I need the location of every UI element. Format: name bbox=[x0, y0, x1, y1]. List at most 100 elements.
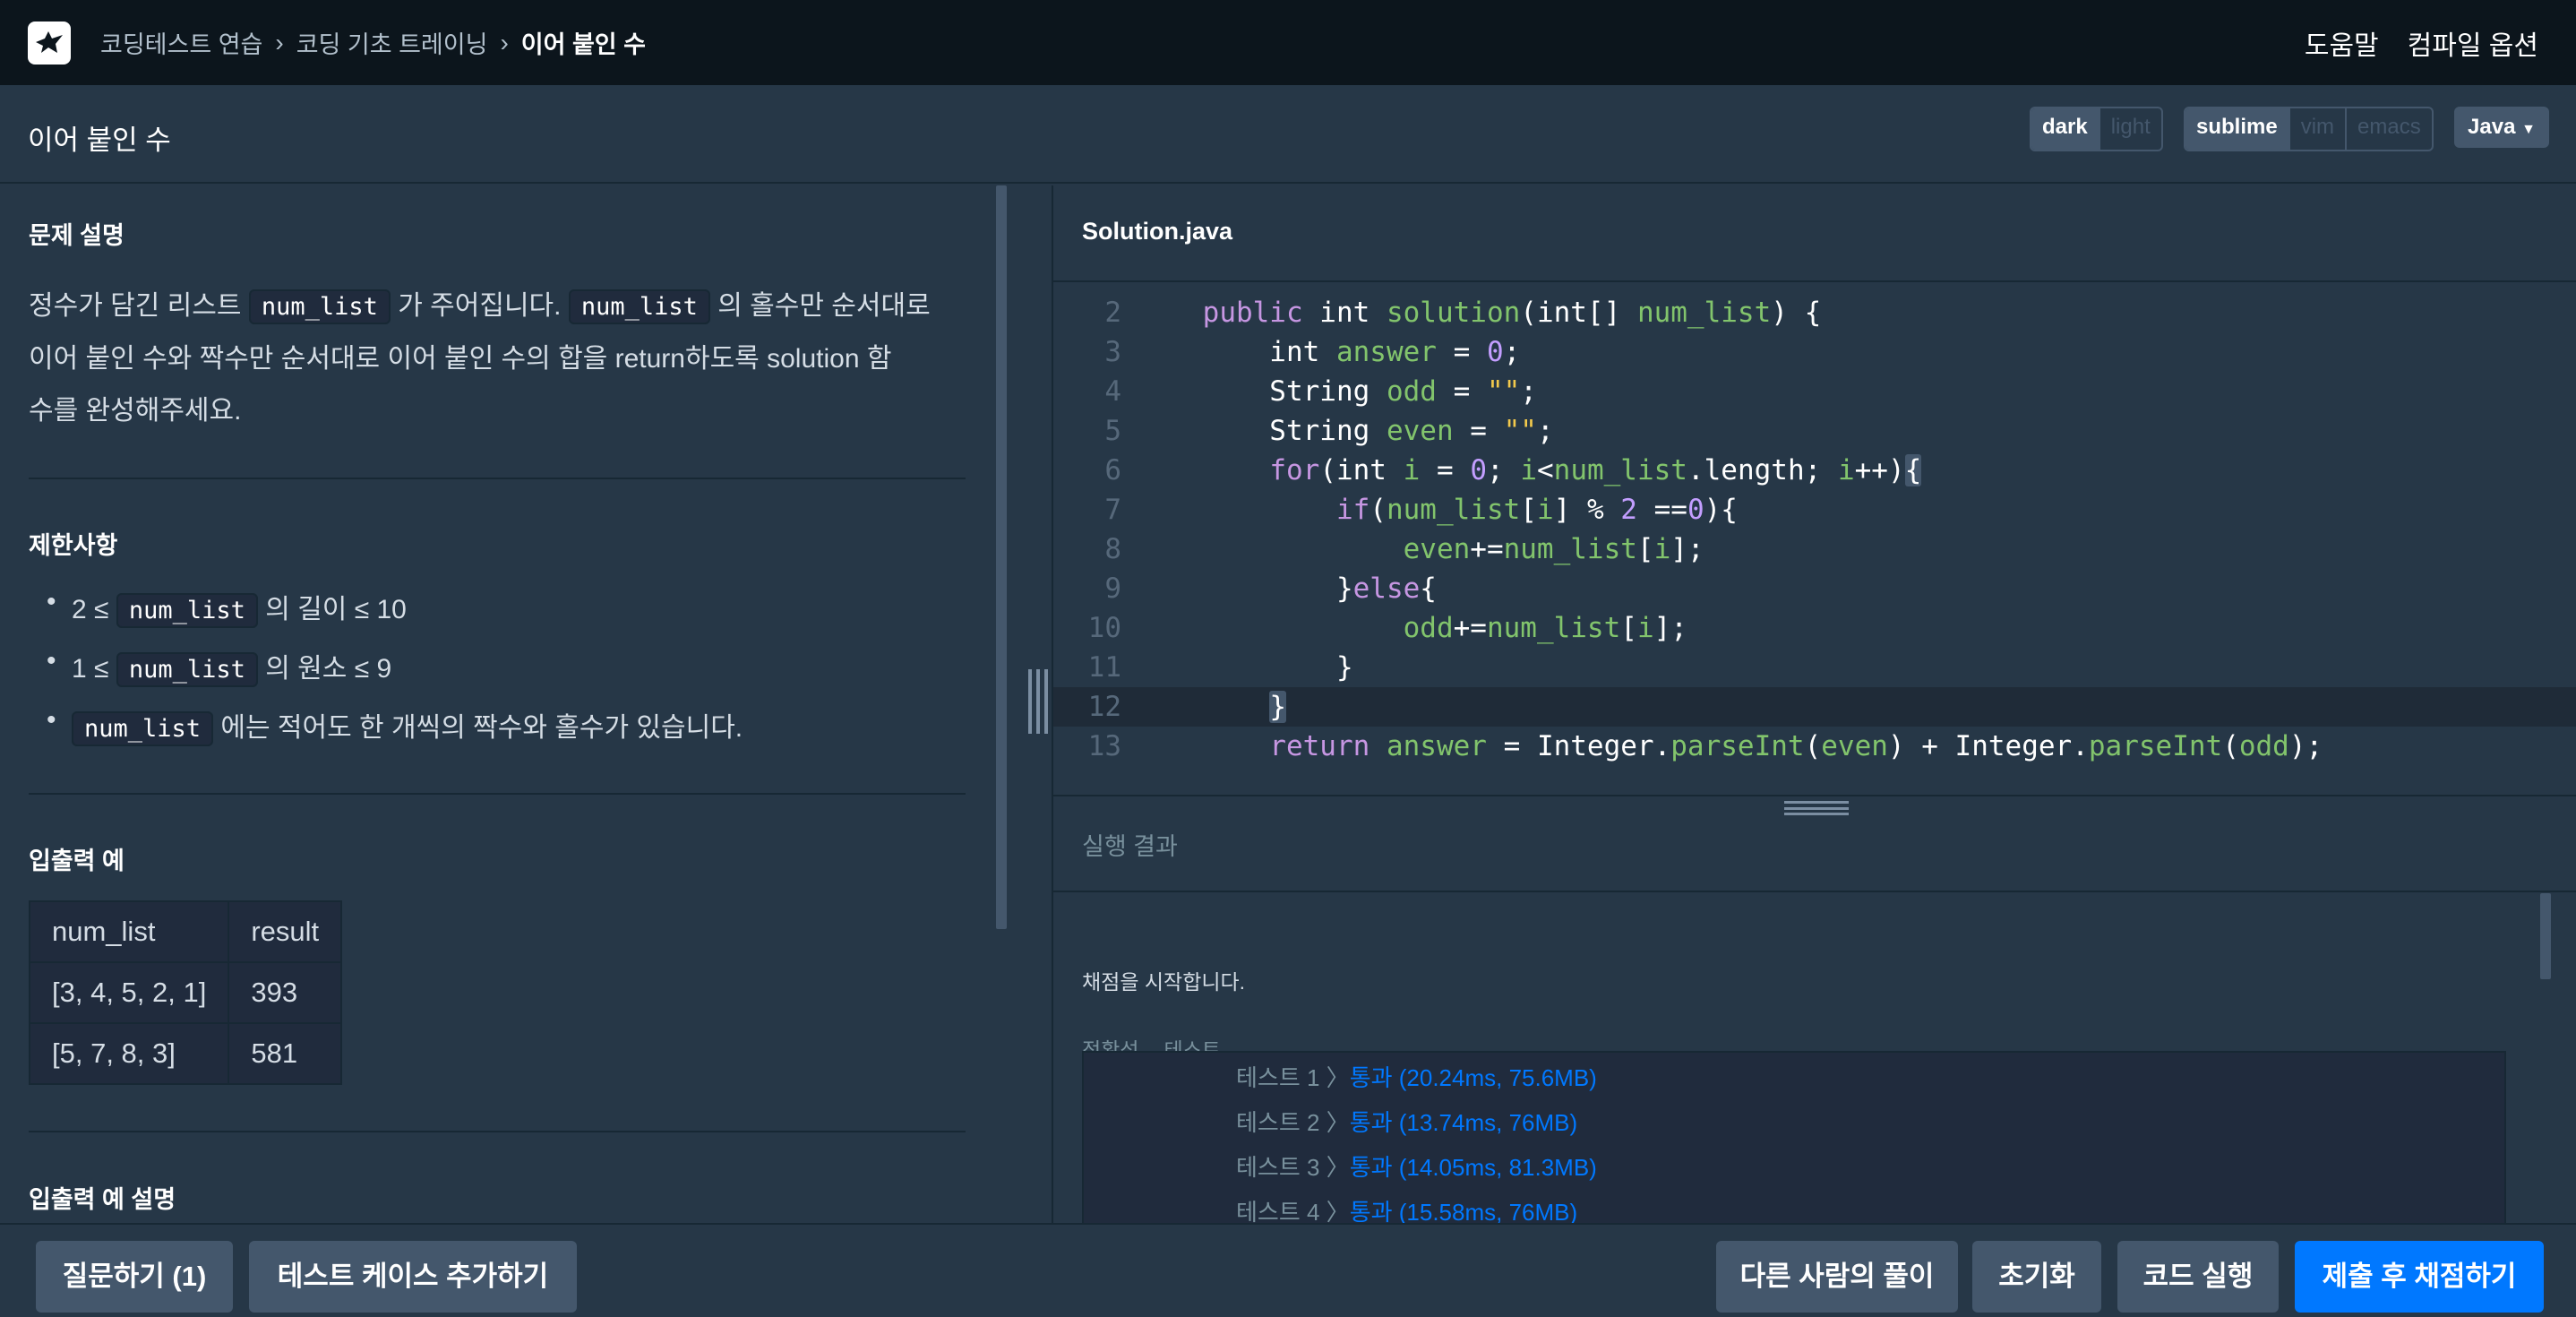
chevron-right-icon: 〉 bbox=[1319, 1199, 1350, 1226]
test-results-box: 테스트 1 〉통과 (20.24ms, 75.6MB) 테스트 2 〉통과 (1… bbox=[1082, 1051, 2506, 1230]
code-line: 7 if(num_list[i] % 2 ==0){ bbox=[1053, 490, 2576, 529]
table-header-cell: result bbox=[228, 900, 343, 963]
test-result-row: 테스트 1 〉통과 (20.24ms, 75.6MB) bbox=[1236, 1060, 1597, 1093]
line-number: 2 bbox=[1104, 297, 1121, 329]
table-row: [5, 7, 8, 3] 581 bbox=[28, 1022, 343, 1085]
line-number: 4 bbox=[1104, 375, 1121, 408]
divider bbox=[29, 793, 966, 795]
line-number: 9 bbox=[1104, 572, 1121, 605]
table-row: [3, 4, 5, 2, 1] 393 bbox=[28, 961, 343, 1024]
constraint-item: num_list 에는 적어도 한 개씩의 짝수와 홀수가 있습니다. bbox=[47, 705, 743, 746]
description-text: 정수가 담긴 리스트 num_list 가 주어집니다. num_list 의 … bbox=[29, 280, 978, 437]
test-result: 통과 (14.05ms, 81.3MB) bbox=[1349, 1154, 1597, 1181]
keymap-toggle: sublime vim emacs bbox=[2184, 107, 2434, 151]
editor-filename: Solution.java bbox=[1082, 218, 1233, 245]
divider bbox=[29, 1131, 966, 1132]
table-header-row: num_list result bbox=[28, 900, 343, 963]
test-result: 통과 (13.74ms, 76MB) bbox=[1349, 1109, 1578, 1136]
chevron-right-icon: › bbox=[500, 28, 509, 56]
test-label: 테스트 4 bbox=[1236, 1199, 1320, 1226]
line-number: 13 bbox=[1087, 730, 1121, 762]
constraints-heading: 제한사항 bbox=[29, 532, 118, 559]
divider bbox=[29, 478, 966, 479]
io-explain-heading: 입출력 예 설명 bbox=[29, 1186, 176, 1213]
language-select-label: Java bbox=[2468, 115, 2516, 139]
code-line-active: 12 } bbox=[1053, 687, 2576, 727]
panel-resize-handle[interactable] bbox=[1028, 185, 1052, 1223]
chevron-right-icon: 〉 bbox=[1319, 1154, 1350, 1181]
test-label: 테스트 2 bbox=[1236, 1109, 1320, 1136]
inline-code: num_list bbox=[116, 652, 258, 687]
code-line: 2 public int solution(int[] num_list) { bbox=[1053, 293, 2576, 332]
page-title: 이어 붙인 수 bbox=[28, 125, 171, 156]
compile-options-link[interactable]: 컴파일 옵션 bbox=[2408, 23, 2538, 63]
results-scrollbar[interactable] bbox=[2540, 893, 2551, 979]
problem-title-bar: 이어 붙인 수 dark light sublime vim emacs Jav… bbox=[0, 85, 2576, 184]
code-editor[interactable]: 2 public int solution(int[] num_list) { … bbox=[1053, 282, 2576, 981]
table-cell: 581 bbox=[228, 1022, 343, 1085]
divider bbox=[1053, 795, 2576, 796]
theme-dark-button[interactable]: dark bbox=[2031, 108, 2100, 150]
chevron-right-icon: › bbox=[275, 28, 284, 56]
reset-button[interactable]: 초기화 bbox=[1972, 1241, 2101, 1313]
line-number: 6 bbox=[1104, 454, 1121, 486]
description-text-part: 정수가 담긴 리스트 bbox=[29, 291, 242, 321]
constraint-text: 의 원소 ≤ 9 bbox=[265, 654, 392, 684]
code-line: 9 }else{ bbox=[1053, 569, 2576, 608]
caret-down-icon: ▼ bbox=[2521, 122, 2536, 137]
keymap-vim-button[interactable]: vim bbox=[2290, 108, 2348, 150]
description-text-part: 이어 붙인 수와 짝수만 순서대로 이어 붙인 수의 합을 return하도록 … bbox=[29, 344, 892, 374]
table-cell: [5, 7, 8, 3] bbox=[28, 1022, 230, 1085]
top-navigation-bar: 코딩테스트 연습 › 코딩 기초 트레이닝 › 이어 붙인 수 도움말 컴파일 … bbox=[0, 0, 2576, 85]
line-number: 5 bbox=[1104, 415, 1121, 447]
breadcrumb-item-coding-test[interactable]: 코딩테스트 연습 bbox=[100, 25, 262, 60]
description-text-part: 의 홀수만 순서대로 bbox=[717, 291, 931, 321]
ask-question-button[interactable]: 질문하기 (1) bbox=[36, 1241, 233, 1313]
grading-start-message: 채점을 시작합니다. bbox=[1082, 970, 1246, 994]
test-result-row: 테스트 2 〉통과 (13.74ms, 76MB) bbox=[1236, 1105, 1577, 1138]
theme-light-button[interactable]: light bbox=[2100, 108, 2161, 150]
code-line: 5 String even = ""; bbox=[1053, 411, 2576, 451]
code-line: 3 int answer = 0; bbox=[1053, 332, 2576, 372]
submit-button[interactable]: 제출 후 채점하기 bbox=[2295, 1241, 2544, 1313]
constraint-item: 1 ≤ num_list 의 원소 ≤ 9 bbox=[47, 646, 392, 687]
problem-description-panel: 문제 설명 정수가 담긴 리스트 num_list 가 주어집니다. num_l… bbox=[0, 185, 994, 1223]
editor-panel: Solution.java 2 public int solution(int[… bbox=[1053, 185, 2576, 1230]
table-cell: [3, 4, 5, 2, 1] bbox=[28, 961, 230, 1024]
description-text-part: 수를 완성해주세요. bbox=[29, 396, 242, 426]
constraint-text: 1 ≤ bbox=[72, 654, 109, 684]
others-solutions-button[interactable]: 다른 사람의 풀이 bbox=[1716, 1241, 1958, 1313]
run-code-button[interactable]: 코드 실행 bbox=[2117, 1241, 2279, 1313]
line-number: 7 bbox=[1104, 494, 1121, 526]
theme-toggle: dark light bbox=[2030, 107, 2163, 151]
keymap-emacs-button[interactable]: emacs bbox=[2347, 108, 2432, 150]
breadcrumb-item-basic-training[interactable]: 코딩 기초 트레이닝 bbox=[296, 25, 488, 60]
programmers-logo-icon[interactable] bbox=[28, 22, 71, 65]
inline-code: num_list bbox=[248, 289, 391, 324]
description-heading: 문제 설명 bbox=[29, 222, 125, 249]
test-result: 통과 (20.24ms, 75.6MB) bbox=[1349, 1064, 1597, 1091]
language-select[interactable]: Java ▼ bbox=[2454, 107, 2549, 148]
test-result: 통과 (15.58ms, 76MB) bbox=[1349, 1199, 1578, 1226]
line-number: 12 bbox=[1087, 691, 1121, 723]
line-number: 10 bbox=[1087, 612, 1121, 644]
result-resize-handle[interactable] bbox=[1784, 801, 1849, 815]
constraint-text: 2 ≤ bbox=[72, 595, 109, 624]
breadcrumb: 코딩테스트 연습 › 코딩 기초 트레이닝 › 이어 붙인 수 bbox=[100, 0, 646, 85]
help-link[interactable]: 도움말 bbox=[2305, 23, 2379, 63]
io-example-table: num_list result [3, 4, 5, 2, 1] 393 [5, … bbox=[28, 900, 343, 1085]
description-scrollbar[interactable] bbox=[996, 185, 1007, 929]
resize-grip-icon bbox=[1028, 669, 1048, 734]
code-line: 13 return answer = Integer.parseInt(even… bbox=[1053, 727, 2576, 766]
keymap-sublime-button[interactable]: sublime bbox=[2185, 108, 2290, 150]
divider bbox=[1053, 891, 2576, 892]
test-label: 테스트 1 bbox=[1236, 1064, 1320, 1091]
test-label: 테스트 3 bbox=[1236, 1154, 1320, 1181]
add-test-case-button[interactable]: 테스트 케이스 추가하기 bbox=[249, 1241, 577, 1313]
io-example-heading: 입출력 예 bbox=[29, 848, 125, 874]
code-line: 4 String odd = ""; bbox=[1053, 372, 2576, 411]
chevron-right-icon: 〉 bbox=[1319, 1064, 1350, 1091]
inline-code: num_list bbox=[568, 289, 710, 324]
code-line: 8 even+=num_list[i]; bbox=[1053, 529, 2576, 569]
constraint-text: 에는 적어도 한 개씩의 짝수와 홀수가 있습니다. bbox=[220, 713, 743, 743]
